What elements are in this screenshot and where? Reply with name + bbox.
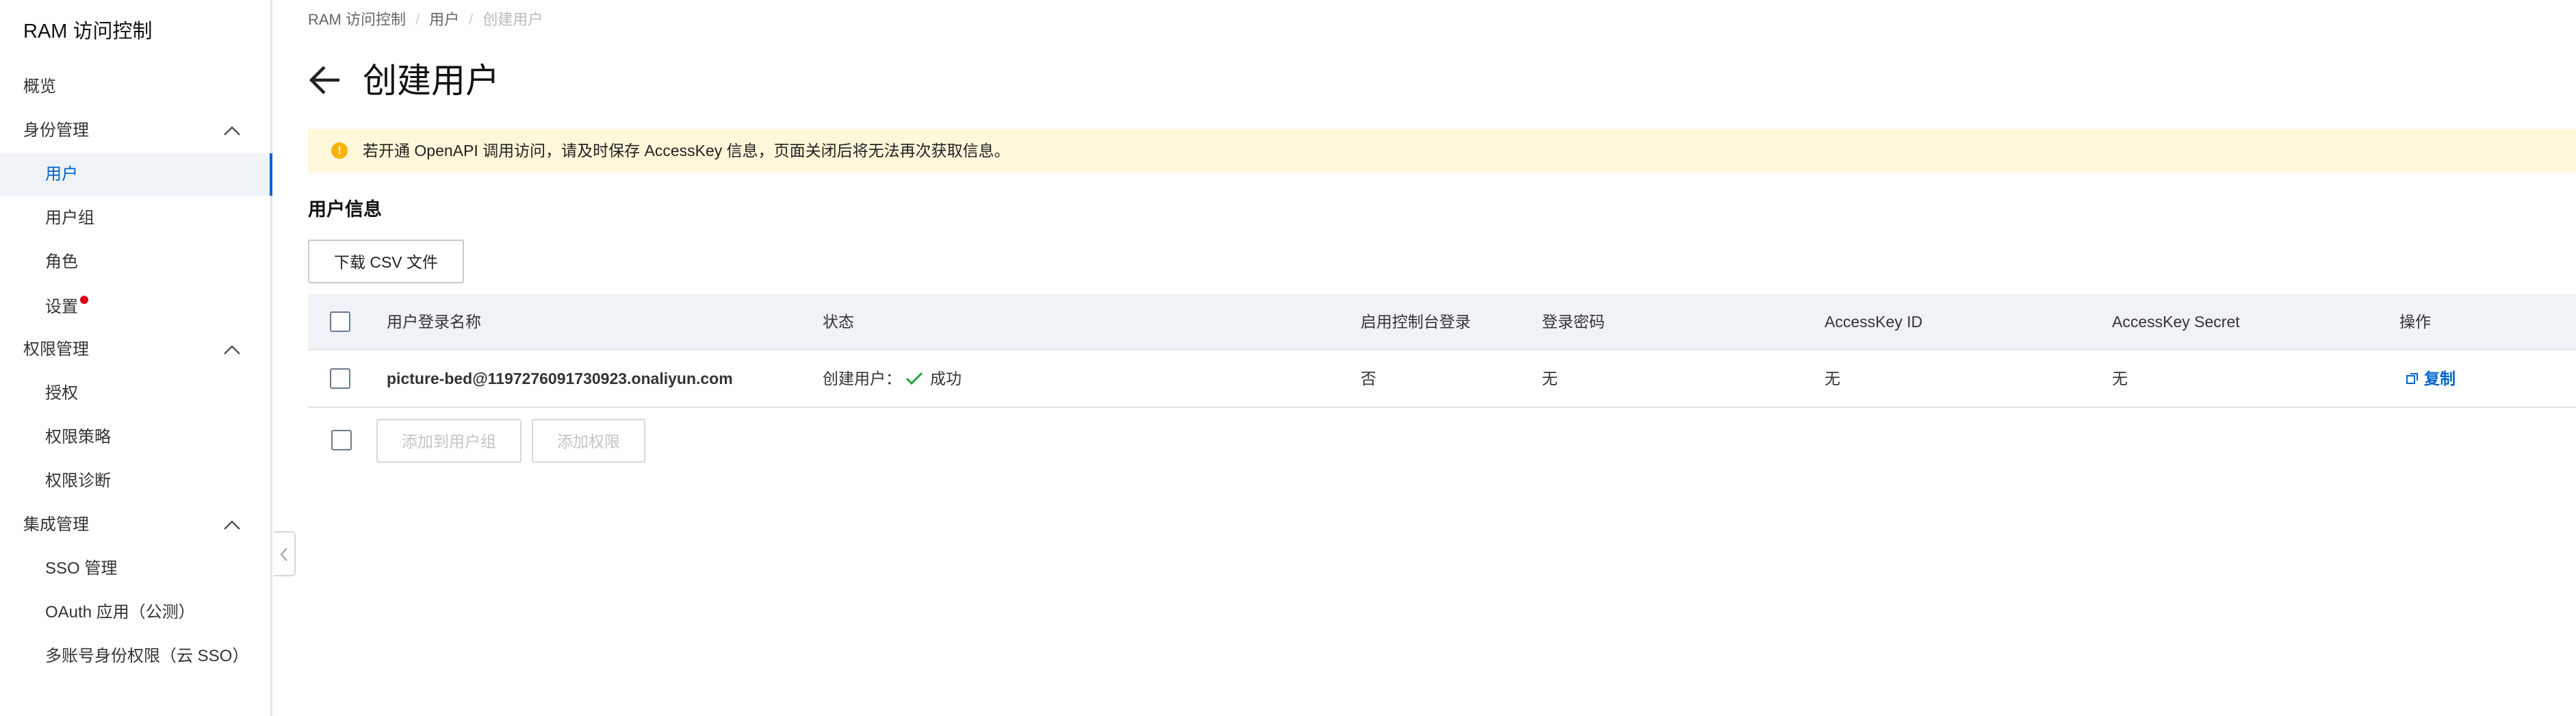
chevron-up-icon — [224, 345, 240, 355]
breadcrumb-item-ram[interactable]: RAM 访问控制 — [308, 8, 406, 31]
breadcrumb-separator: / — [415, 11, 420, 28]
sidebar-item-settings[interactable]: 设置 — [0, 286, 272, 329]
notification-dot — [80, 296, 88, 304]
column-header: 操作 — [2399, 313, 2431, 331]
warning-alert: ! 若开通 OpenAPI 调用访问，请及时保存 AccessKey 信息，页面… — [308, 129, 2576, 172]
check-icon — [905, 372, 923, 385]
sidebar-group-identity[interactable]: 身份管理 — [0, 110, 272, 152]
column-header: 用户登录名称 — [387, 313, 481, 331]
breadcrumb-item-current: 创建用户 — [482, 11, 543, 28]
footer-select-checkbox[interactable] — [331, 430, 352, 450]
breadcrumb: RAM 访问控制 / 用户 / 创建用户 — [308, 8, 543, 31]
status-text: 成功 — [930, 370, 962, 387]
sidebar-item-label: 权限诊断 — [45, 472, 111, 490]
sidebar-group-label: 集成管理 — [23, 515, 89, 534]
copy-label: 复制 — [2424, 370, 2456, 387]
chevron-up-icon — [224, 520, 240, 530]
section-title: 用户信息 — [308, 199, 382, 220]
sidebar-item-user-groups[interactable]: 用户组 — [0, 197, 272, 240]
chevron-left-icon — [280, 548, 287, 561]
sidebar-collapse-button[interactable] — [274, 531, 296, 576]
sidebar-item-label: 权限策略 — [45, 428, 111, 446]
column-header: 状态 — [823, 313, 854, 331]
copy-action-cell: 复制 — [2406, 350, 2456, 407]
copy-link[interactable]: 复制 — [2406, 350, 2456, 407]
app-title: RAM 访问控制 — [23, 21, 153, 42]
add-to-group-button[interactable]: 添加到用户组 — [376, 419, 521, 463]
back-arrow-icon[interactable] — [308, 63, 342, 97]
sidebar-item-label: 概览 — [23, 77, 56, 96]
breadcrumb-item-users[interactable]: 用户 — [429, 8, 459, 31]
sidebar-item-roles[interactable]: 角色 — [0, 241, 272, 283]
row-checkbox[interactable] — [330, 368, 350, 389]
sidebar-group-integration[interactable]: 集成管理 — [0, 504, 272, 546]
warning-icon: ! — [331, 142, 348, 159]
sidebar-item-label: 授权 — [45, 384, 78, 402]
alert-message: 若开通 OpenAPI 调用访问，请及时保存 AccessKey 信息，页面关闭… — [363, 142, 1010, 159]
sidebar-item-diagnostics[interactable]: 权限诊断 — [0, 460, 272, 502]
add-permission-button[interactable]: 添加权限 — [532, 419, 645, 463]
access-key-secret-cell: 无 — [2112, 370, 2128, 387]
download-csv-button[interactable]: 下载 CSV 文件 — [308, 240, 464, 283]
sidebar-item-users[interactable]: 用户 — [0, 153, 272, 196]
column-header: 启用控制台登录 — [1361, 313, 1471, 331]
column-header: AccessKey Secret — [2112, 313, 2240, 331]
sidebar-item-label: 多账号身份权限（云 SSO） — [45, 647, 249, 665]
sidebar-group-label: 身份管理 — [23, 121, 89, 140]
table-header: 用户登录名称 状态 启用控制台登录 登录密码 AccessKey ID Acce… — [308, 294, 2576, 350]
column-header: 登录密码 — [1542, 313, 1605, 331]
sidebar-item-overview[interactable]: 概览 — [0, 66, 272, 108]
chevron-up-icon — [224, 126, 240, 136]
sidebar-item-label: 用户组 — [45, 209, 94, 227]
copy-icon — [2406, 373, 2418, 384]
sidebar: RAM 访问控制 概览 身份管理 用户 用户组 角色 设置 权限管理 授权 权限… — [0, 0, 272, 716]
sidebar-item-label: 角色 — [45, 253, 78, 271]
sidebar-group-permissions[interactable]: 权限管理 — [0, 329, 272, 371]
sidebar-group-label: 权限管理 — [23, 340, 89, 359]
column-header: AccessKey ID — [1825, 313, 1923, 331]
user-login-name-link[interactable]: picture-bed@1197276091730923.onaliyun.co… — [387, 350, 733, 407]
select-all-checkbox[interactable] — [330, 311, 350, 332]
password-cell: 无 — [1542, 370, 1558, 387]
sidebar-item-label: 用户 — [45, 165, 78, 183]
status-prefix: 创建用户： — [823, 370, 901, 387]
table-row: picture-bed@1197276091730923.onaliyun.co… — [308, 350, 2576, 408]
breadcrumb-separator: / — [469, 11, 474, 28]
console-login-cell: 否 — [1361, 370, 1376, 387]
sidebar-item-label: SSO 管理 — [45, 559, 118, 578]
page-title: 创建用户 — [363, 62, 500, 100]
sidebar-item-sso[interactable]: SSO 管理 — [0, 548, 272, 590]
sidebar-item-cloud-sso[interactable]: 多账号身份权限（云 SSO） — [0, 635, 272, 678]
access-key-id-cell: 无 — [1825, 370, 1840, 387]
sidebar-item-label: 设置 — [45, 298, 78, 316]
sidebar-item-policies[interactable]: 权限策略 — [0, 416, 272, 459]
sidebar-item-grants[interactable]: 授权 — [0, 372, 272, 415]
status-cell: 创建用户： 成功 — [823, 350, 962, 407]
sidebar-item-label: OAuth 应用（公测） — [45, 603, 195, 622]
sidebar-item-oauth[interactable]: OAuth 应用（公测） — [0, 591, 272, 634]
